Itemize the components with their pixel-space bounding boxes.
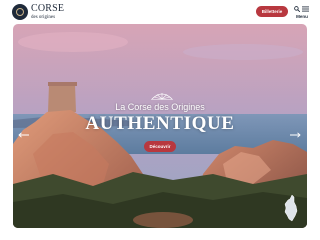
menu-label[interactable]: Menu xyxy=(294,14,310,19)
hero-subtitle: La Corse des Origines xyxy=(115,102,205,112)
site-header: CORSE des origines Billetterie Menu xyxy=(0,0,320,24)
hero-banner: La Corse des Origines AUTHENTIQUE Découv… xyxy=(13,24,307,228)
sunburst-emblem-icon xyxy=(151,93,173,100)
arrow-left-icon[interactable] xyxy=(18,132,30,138)
logo-title: CORSE xyxy=(31,3,65,14)
arrow-right-icon[interactable] xyxy=(289,132,301,138)
logo-emblem-icon xyxy=(12,4,28,20)
logo-text: CORSE des origines xyxy=(31,3,65,21)
hamburger-icon[interactable] xyxy=(302,6,309,12)
discover-button[interactable]: Découvrir xyxy=(144,141,176,152)
hero-title: AUTHENTIQUE xyxy=(85,113,235,134)
ticketing-button[interactable]: Billetterie xyxy=(256,6,288,17)
corsica-island-icon xyxy=(284,194,298,222)
site-logo[interactable]: CORSE des origines xyxy=(12,3,64,21)
search-icon[interactable] xyxy=(294,6,300,12)
logo-subtitle: des origines xyxy=(31,15,56,20)
header-actions: Menu xyxy=(294,5,310,21)
